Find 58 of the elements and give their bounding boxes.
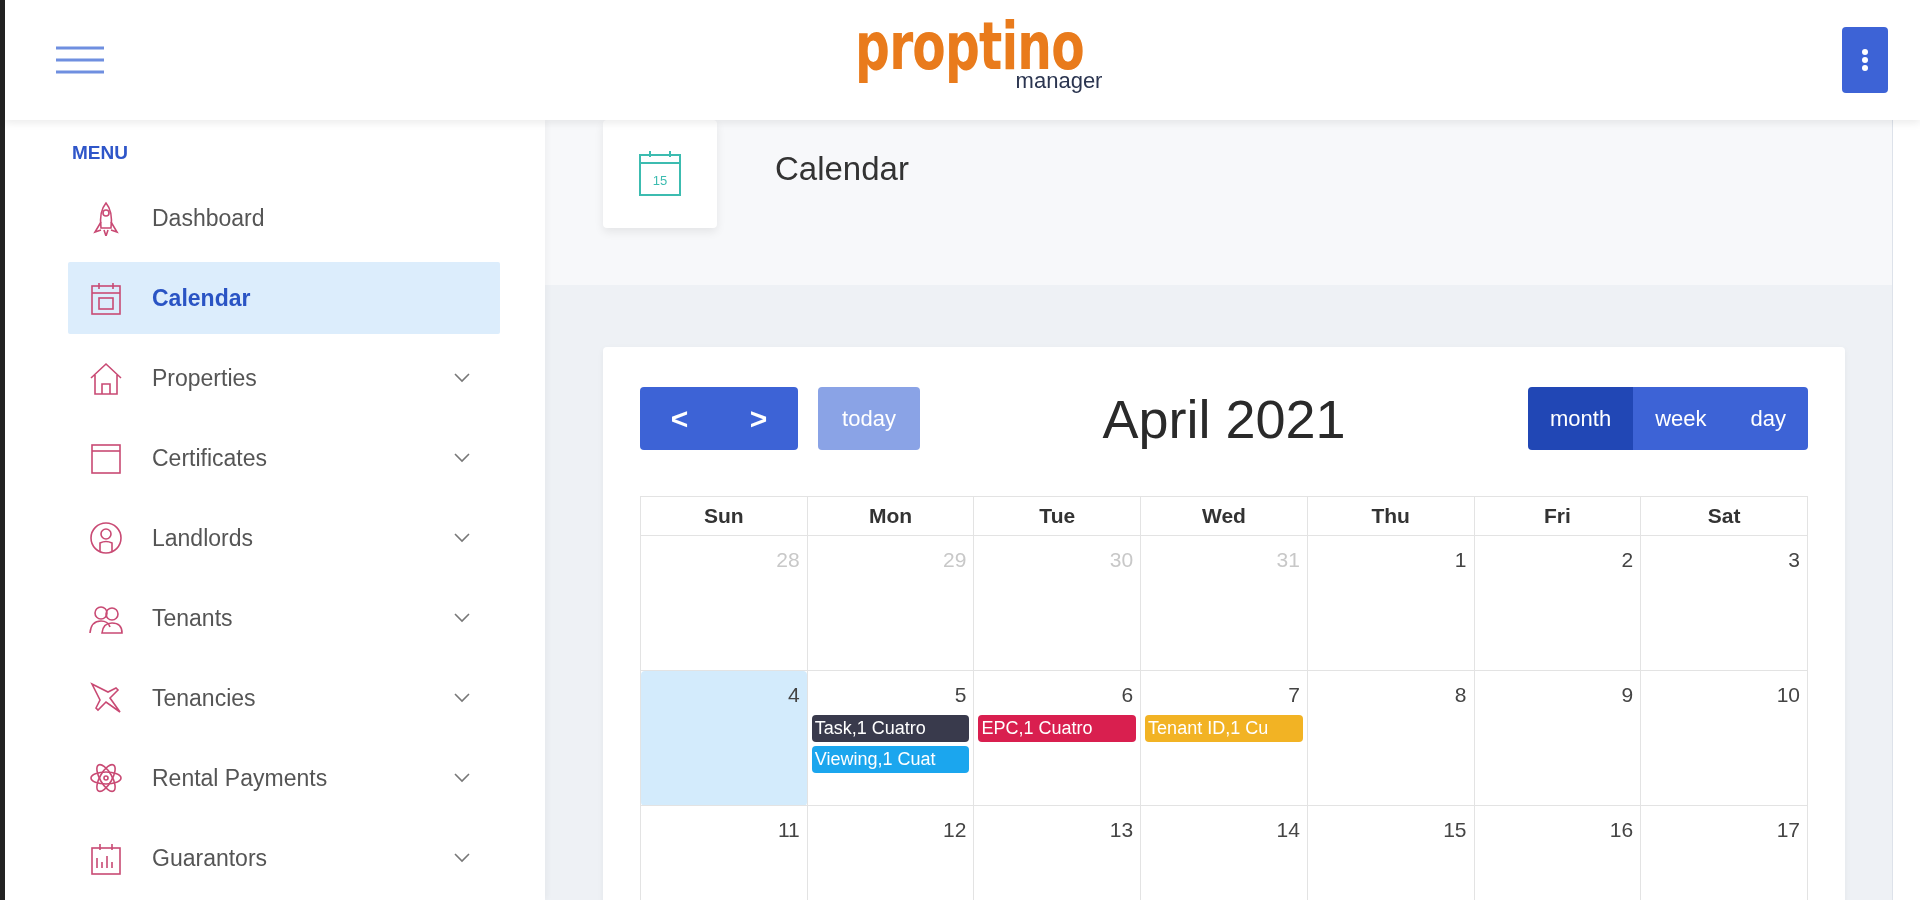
sidebar-item[interactable]: Rental Payments: [68, 742, 500, 814]
page-title: Calendar: [775, 150, 909, 188]
calendar-event[interactable]: EPC,1 Cuatro: [978, 715, 1137, 742]
weekday-header: Fri: [1474, 496, 1641, 536]
day-number: 2: [1621, 548, 1634, 572]
chevron-down-icon: [454, 373, 470, 383]
sidebar-item[interactable]: Dashboard: [68, 182, 500, 254]
sidebar-item[interactable]: Tenancies: [68, 662, 500, 734]
previous-button[interactable]: <: [640, 387, 719, 450]
menu-heading: MENU: [72, 142, 128, 164]
day-number: 6: [1121, 683, 1134, 707]
day-number: 14: [1276, 818, 1300, 842]
weekday-header: Tue: [973, 496, 1141, 536]
next-button[interactable]: >: [719, 387, 798, 450]
day-number: 16: [1609, 818, 1634, 842]
chevron-down-icon: [454, 533, 470, 543]
chevron-down-icon: [454, 773, 470, 783]
weekday-header: Sun: [640, 496, 808, 536]
day-number: 3: [1788, 548, 1800, 572]
day-number: 10: [1776, 683, 1800, 707]
sidebar-item[interactable]: Properties: [68, 342, 500, 414]
day-number: 17: [1776, 818, 1800, 842]
sidebar-item[interactable]: Calendar: [68, 262, 500, 334]
day-number: 5: [954, 683, 967, 707]
calendar-icon: 15: [638, 151, 682, 197]
chevron-down-icon: [454, 613, 470, 623]
person-icon: [88, 520, 124, 556]
weekday-header: Mon: [807, 496, 974, 536]
sidebar-item[interactable]: Tenants: [68, 582, 500, 654]
view-tab[interactable]: day: [1728, 387, 1808, 450]
view-tab[interactable]: week: [1633, 387, 1729, 450]
day-number: 7: [1288, 683, 1300, 707]
day-number: 11: [777, 818, 800, 842]
more-options-button[interactable]: [1842, 27, 1888, 93]
dots-vertical-icon: [1861, 48, 1869, 72]
day-number: 13: [1109, 818, 1134, 842]
sidebar-item[interactable]: Landlords: [68, 502, 500, 574]
day-number: 9: [1621, 683, 1634, 707]
day-number: 8: [1454, 683, 1467, 707]
sidebar-item[interactable]: Guarantors: [68, 822, 500, 894]
calendar-event[interactable]: Task,1 Cuatro: [811, 715, 970, 742]
weekday-header: Sat: [1640, 496, 1808, 536]
pin-icon: [88, 680, 124, 716]
weekday-header: Wed: [1140, 496, 1308, 536]
view-tab[interactable]: month: [1528, 387, 1634, 450]
weekday-header: Thu: [1307, 496, 1474, 536]
menu-icon: [56, 45, 104, 75]
day-number: 15: [1443, 818, 1467, 842]
calendar-icon: [88, 280, 124, 316]
house-icon: [88, 360, 124, 396]
sidebar-item[interactable]: Certificates: [68, 422, 500, 494]
chevron-down-icon: [454, 453, 470, 463]
chevron-down-icon: [454, 693, 470, 703]
day-number: 12: [943, 818, 967, 842]
day-number: 1: [1454, 548, 1467, 572]
day-number: 4: [788, 683, 800, 707]
calendar-title: April 2021: [1102, 387, 1346, 450]
chevron-down-icon: [454, 853, 470, 863]
